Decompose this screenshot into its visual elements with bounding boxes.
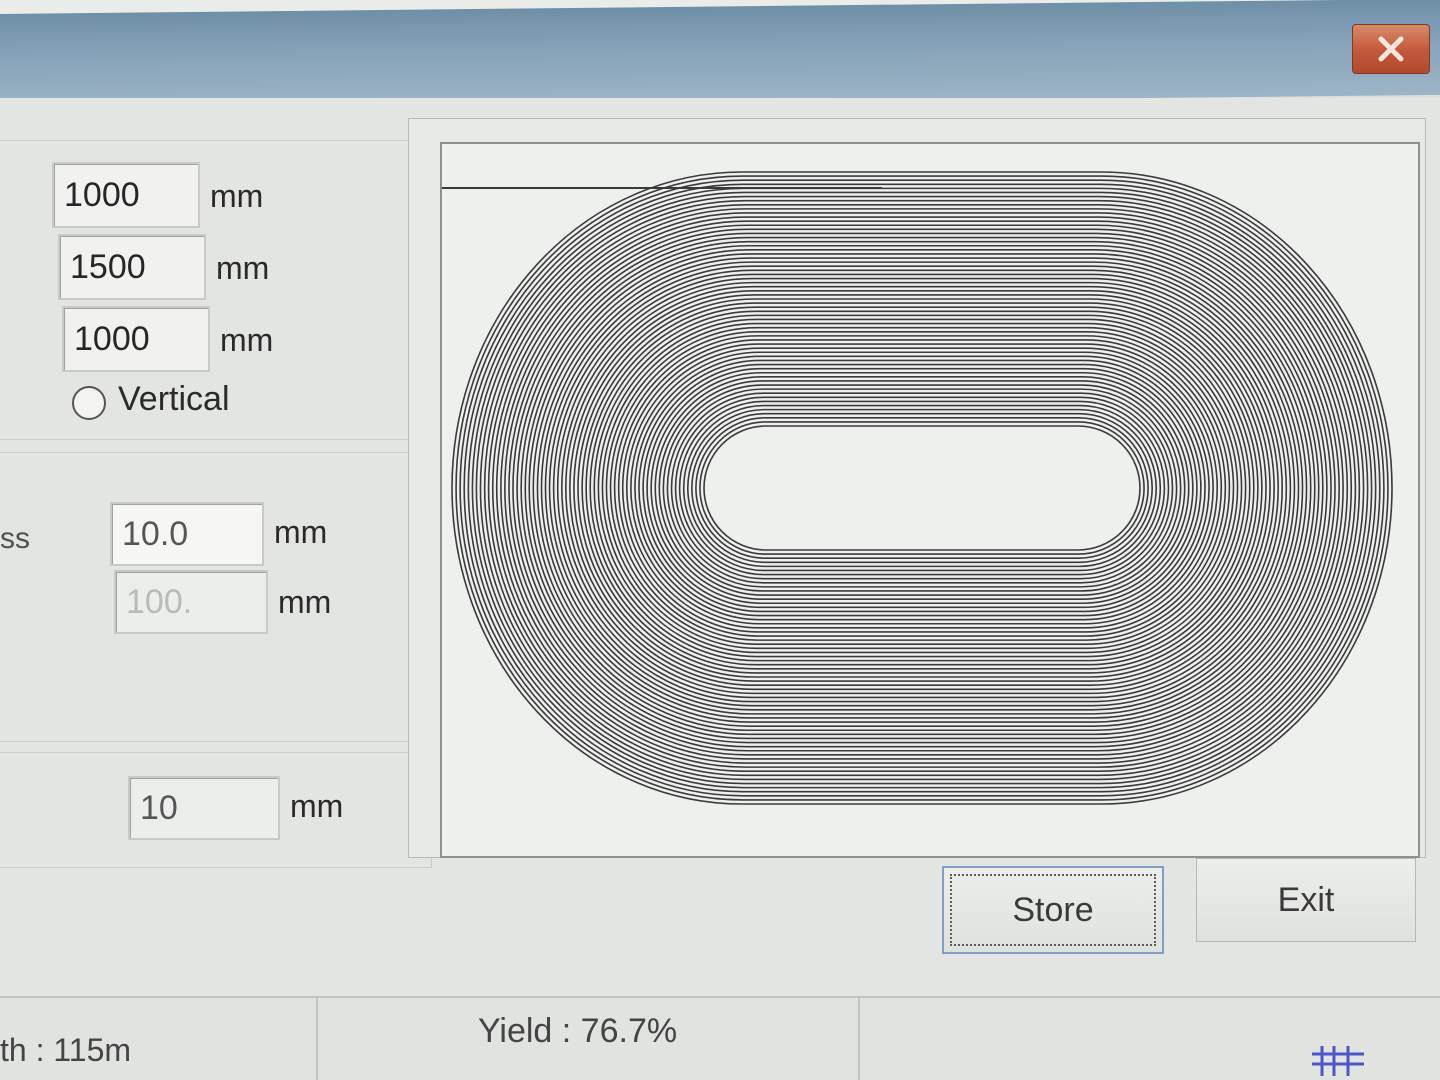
toolpath-loop (544, 265, 1300, 711)
offset-field[interactable]: 10 (128, 776, 280, 840)
status-yield-text: Yield : 76.7% (478, 1012, 678, 1050)
status-length-text: th : 115m (0, 1032, 132, 1068)
toolpath-loop (565, 285, 1279, 691)
close-button[interactable] (1352, 24, 1430, 74)
desktop-edge-icon (1312, 1046, 1364, 1076)
vertical-radio[interactable] (72, 386, 106, 420)
toolpath-loop (626, 347, 1218, 629)
toolpath-loop (483, 203, 1361, 773)
width-field[interactable]: 1000 (52, 162, 200, 228)
toolpath-loop (662, 384, 1182, 592)
offset-unit-label: mm (290, 788, 344, 824)
spiral-toolpath (442, 171, 1393, 805)
spacing-label-partial: ss (0, 522, 30, 555)
toolpath-loop (703, 425, 1141, 551)
toolpath-loop (666, 388, 1178, 588)
spacing-unit-label: mm (274, 514, 328, 550)
window-title-bar[interactable] (0, 0, 1440, 110)
store-button[interactable]: Store (942, 866, 1164, 954)
vertical-radio-label[interactable]: Vertical (118, 380, 230, 419)
inner-size-field[interactable]: 1000 (62, 306, 210, 372)
toolpath-loop (463, 183, 1381, 793)
close-icon (1378, 36, 1404, 62)
toolpath-loop (682, 404, 1162, 572)
toolpath-loop (638, 359, 1206, 617)
toolpath-loop (695, 417, 1149, 559)
exit-button[interactable]: Exit (1196, 858, 1416, 942)
status-bar (0, 996, 1440, 1080)
toolpath-loop (687, 408, 1157, 568)
toolpath-loop (699, 421, 1145, 555)
toolpath-preview (440, 142, 1420, 858)
spacing-field[interactable]: 10.0 (110, 502, 264, 566)
focus-rectangle (950, 874, 1156, 946)
disabled-length-field: 100. (114, 570, 268, 634)
status-separator (858, 998, 860, 1080)
toolpath-loop (621, 343, 1223, 633)
length-unit-label: mm (216, 250, 270, 286)
inner-size-unit-label: mm (220, 322, 274, 358)
status-separator (316, 998, 318, 1080)
disabled-length-unit-label: mm (278, 584, 332, 620)
toolpath-loop (471, 191, 1373, 785)
exit-button-label: Exit (1277, 880, 1335, 919)
toolpath-loop (691, 412, 1153, 564)
toolpath-loop (634, 355, 1210, 621)
length-field[interactable]: 1500 (58, 234, 206, 300)
width-unit-label: mm (210, 178, 264, 214)
